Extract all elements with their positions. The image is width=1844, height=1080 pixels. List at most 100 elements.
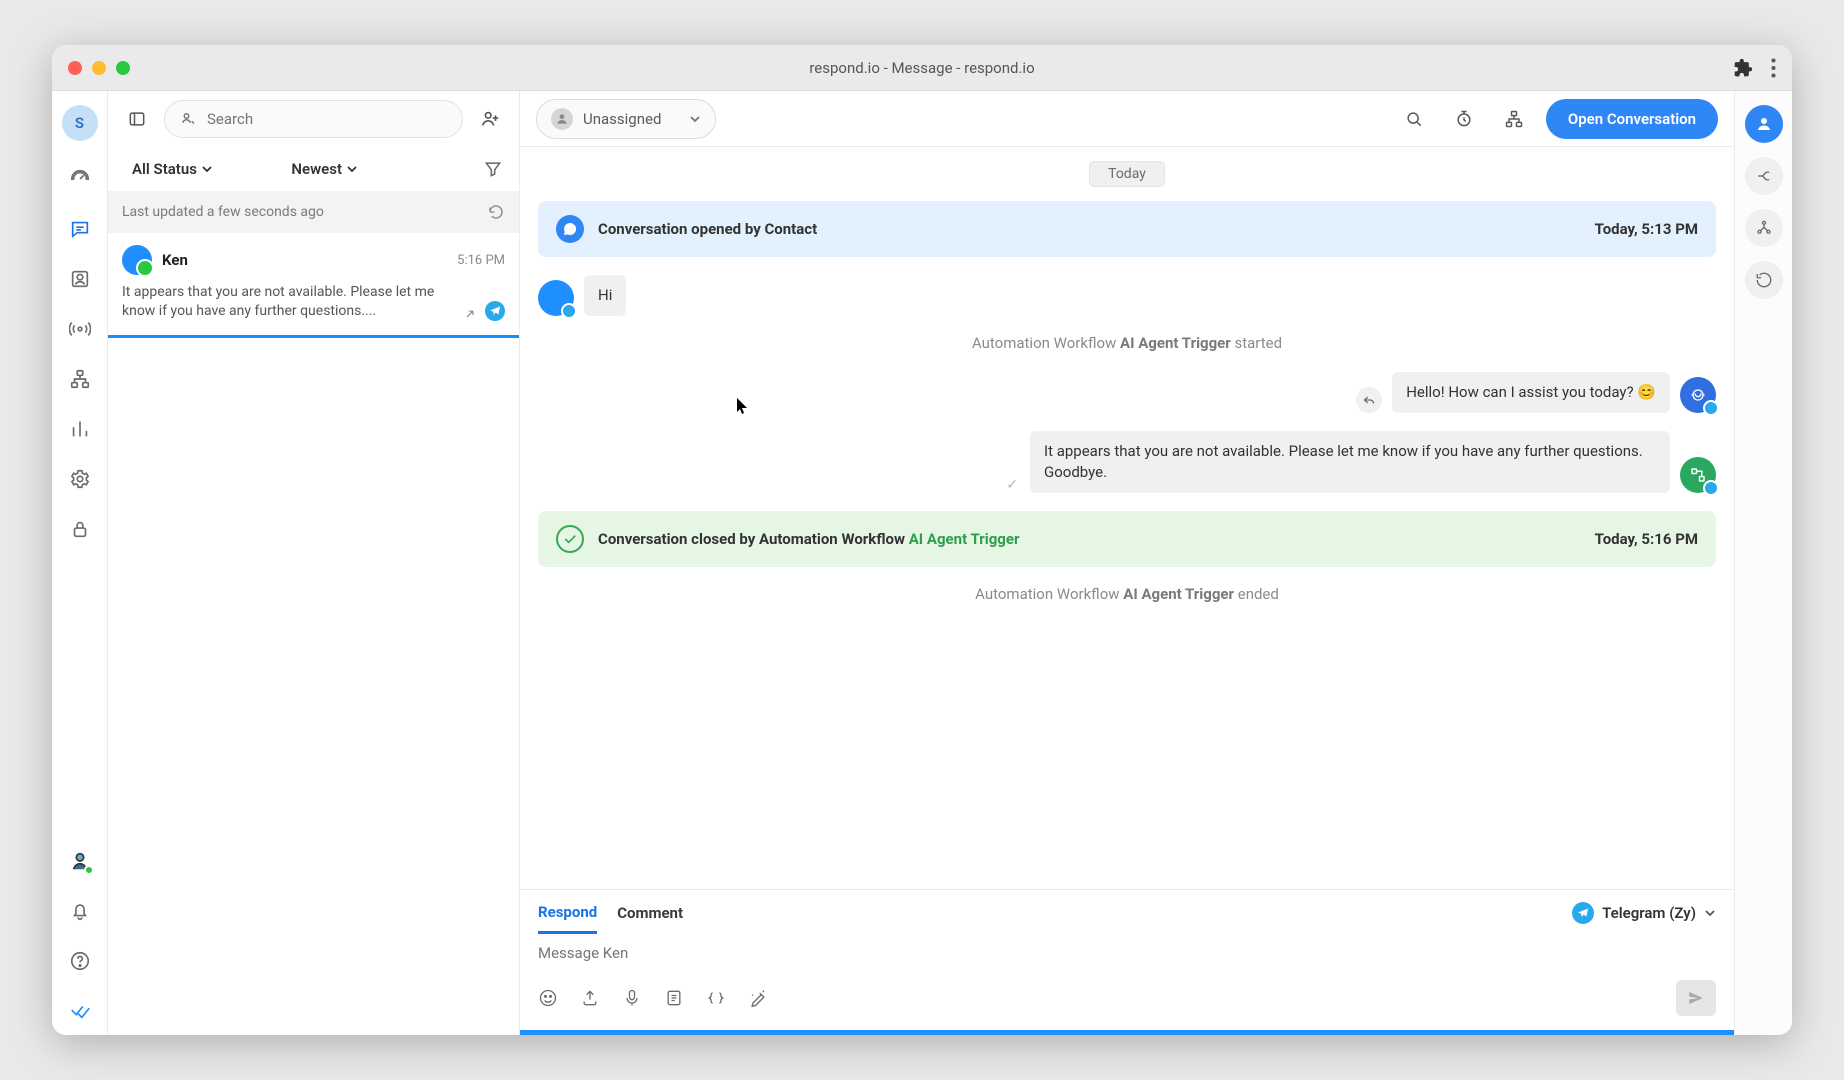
window-maximize-icon[interactable]	[116, 61, 130, 75]
workflow-run-icon[interactable]	[1496, 101, 1532, 137]
ai-agent-avatar	[1680, 377, 1716, 413]
conversation-item[interactable]: Ken 5:16 PM It appears that you are not …	[108, 233, 519, 338]
channels-icon[interactable]	[1745, 209, 1783, 247]
message-bubble: It appears that you are not available. P…	[1030, 431, 1670, 493]
messages-scroll[interactable]: Today Conversation opened by Contact Tod…	[520, 147, 1734, 889]
search-person-icon	[179, 110, 197, 128]
notifications-icon[interactable]	[68, 899, 92, 923]
outbound-arrow-icon	[463, 307, 477, 321]
reports-icon[interactable]	[68, 417, 92, 441]
window-title: respond.io - Message - respond.io	[809, 59, 1034, 77]
contact-avatar	[122, 245, 152, 275]
channel-label: Telegram (Zy)	[1602, 904, 1696, 922]
banner-open-time: Today, 5:13 PM	[1595, 220, 1698, 238]
conversation-time: 5:16 PM	[457, 253, 505, 268]
chevron-down-icon	[689, 113, 701, 125]
date-divider: Today	[1089, 161, 1165, 187]
delivered-check-icon: ✓	[1006, 477, 1018, 493]
search-input[interactable]	[164, 100, 463, 138]
assignee-label: Unassigned	[583, 110, 661, 128]
send-button[interactable]	[1676, 980, 1716, 1016]
tab-comment[interactable]: Comment	[617, 894, 683, 932]
window-minimize-icon[interactable]	[92, 61, 106, 75]
assignee-dropdown[interactable]: Unassigned	[536, 99, 716, 139]
conversation-search-icon[interactable]	[1396, 101, 1432, 137]
filter-icon[interactable]	[483, 159, 503, 179]
messages-icon[interactable]	[68, 217, 92, 241]
message-bubble: Hello! How can I assist you today? 😊	[1392, 372, 1670, 413]
chevron-down-icon	[346, 163, 358, 175]
check-circle-icon	[556, 525, 584, 553]
tab-respond[interactable]: Respond	[538, 893, 597, 934]
message-row-outbound: Hello! How can I assist you today? 😊	[538, 372, 1716, 413]
banner-close-time: Today, 5:16 PM	[1595, 530, 1698, 548]
conversation-opened-banner: Conversation opened by Contact Today, 5:…	[538, 201, 1716, 257]
conversation-list-panel: All Status Newest Last updated a few sec…	[108, 91, 520, 1035]
agent-avatar-icon[interactable]	[68, 849, 92, 873]
last-updated-label: Last updated a few seconds ago	[122, 204, 324, 220]
app-window: respond.io - Message - respond.io S	[52, 45, 1792, 1035]
banner-open-label: Conversation opened by Contact	[598, 220, 817, 238]
more-icon[interactable]	[1771, 58, 1776, 78]
variable-icon[interactable]	[706, 988, 726, 1008]
snooze-icon[interactable]	[1446, 101, 1482, 137]
open-conversation-button[interactable]: Open Conversation	[1546, 99, 1718, 139]
telegram-icon	[1572, 902, 1594, 924]
activity-icon[interactable]	[1745, 261, 1783, 299]
lock-icon[interactable]	[68, 517, 92, 541]
collapse-panel-icon[interactable]	[120, 102, 154, 136]
voice-icon[interactable]	[622, 988, 642, 1008]
message-input[interactable]	[538, 936, 1716, 970]
status-filter-label: All Status	[132, 160, 197, 178]
contact-details-icon[interactable]	[1745, 105, 1783, 143]
telegram-badge-icon	[485, 301, 505, 321]
banner-close-label: Conversation closed by Automation Workfl…	[598, 530, 1019, 548]
titlebar: respond.io - Message - respond.io	[52, 45, 1792, 91]
help-icon[interactable]	[68, 949, 92, 973]
status-filter[interactable]: All Status	[124, 156, 221, 182]
workspace-avatar[interactable]: S	[62, 105, 98, 141]
automation-ended-line: Automation Workflow AI Agent Trigger end…	[538, 585, 1716, 603]
bottom-accent-bar	[520, 1030, 1734, 1035]
conversation-closed-banner: Conversation closed by Automation Workfl…	[538, 511, 1716, 567]
message-row-inbound: Hi	[538, 275, 1716, 316]
ai-assist-icon[interactable]	[748, 988, 768, 1008]
broadcast-icon[interactable]	[68, 317, 92, 341]
chat-bubble-icon	[556, 215, 584, 243]
left-rail: S	[52, 91, 108, 1035]
workflow-icon[interactable]	[68, 367, 92, 391]
assignee-avatar-icon	[551, 108, 573, 130]
brand-check-icon[interactable]	[68, 999, 92, 1023]
message-bubble: Hi	[584, 275, 626, 316]
contact-avatar	[538, 280, 574, 316]
emoji-icon[interactable]	[538, 988, 558, 1008]
contact-name: Ken	[162, 251, 188, 269]
refresh-icon[interactable]	[487, 203, 505, 221]
workflow-avatar	[1680, 457, 1716, 493]
channel-selector[interactable]: Telegram (Zy)	[1572, 902, 1716, 924]
reply-arrow-icon[interactable]	[1356, 387, 1382, 413]
chevron-down-icon	[201, 163, 213, 175]
automation-started-line: Automation Workflow AI Agent Trigger sta…	[538, 334, 1716, 352]
dashboard-icon[interactable]	[68, 167, 92, 191]
conversation-preview: It appears that you are not available. P…	[122, 283, 455, 321]
mouse-cursor-icon	[735, 397, 749, 415]
traffic-lights	[68, 61, 130, 75]
last-updated-row: Last updated a few seconds ago	[108, 191, 519, 233]
message-composer: Respond Comment Telegram (Zy)	[520, 889, 1734, 1030]
search-field[interactable]	[207, 110, 448, 128]
sort-filter[interactable]: Newest	[283, 156, 366, 182]
window-close-icon[interactable]	[68, 61, 82, 75]
conversation-main: Unassigned Open Conversation Today Conve…	[520, 91, 1734, 1035]
right-rail	[1734, 91, 1792, 1035]
sort-filter-label: Newest	[291, 160, 342, 178]
settings-icon[interactable]	[68, 467, 92, 491]
chevron-down-icon	[1704, 907, 1716, 919]
contacts-icon[interactable]	[68, 267, 92, 291]
add-contact-icon[interactable]	[473, 102, 507, 136]
snippet-icon[interactable]	[664, 988, 684, 1008]
extension-icon[interactable]	[1733, 58, 1753, 78]
merge-icon[interactable]	[1745, 157, 1783, 195]
message-row-outbound: ✓ It appears that you are not available.…	[538, 431, 1716, 493]
attachment-icon[interactable]	[580, 988, 600, 1008]
